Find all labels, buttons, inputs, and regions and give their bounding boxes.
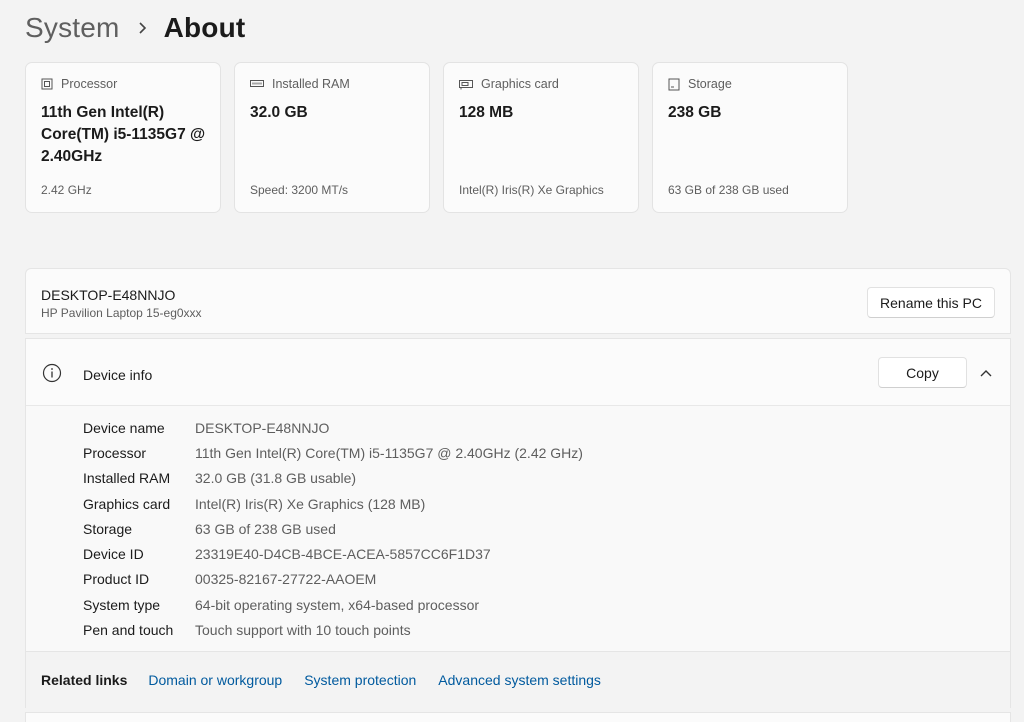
spec-label: Graphics card — [83, 495, 171, 512]
spec-row: Processor 11th Gen Intel(R) Core(TM) i5-… — [83, 440, 583, 465]
card-subtext: 63 GB of 238 GB used — [668, 183, 789, 197]
card-subtext: 2.42 GHz — [41, 183, 92, 197]
breadcrumb-system-link[interactable]: System — [25, 12, 120, 44]
breadcrumb: System About — [25, 8, 245, 48]
computer-name-panel: DESKTOP-E48NNJO HP Pavilion Laptop 15-eg… — [25, 268, 1011, 334]
spec-row: Device name DESKTOP-E48NNJO — [83, 415, 583, 440]
spec-value: 63 GB of 238 GB used — [195, 520, 336, 537]
rename-pc-button[interactable]: Rename this PC — [867, 287, 995, 318]
card-value: 128 MB — [459, 104, 514, 121]
page-title: About — [163, 12, 246, 43]
card-title: Graphics card — [481, 77, 559, 91]
card-title: Installed RAM — [272, 77, 350, 91]
card-value: 32.0 GB — [250, 104, 308, 121]
spec-label: Product ID — [83, 571, 150, 588]
spec-value: 11th Gen Intel(R) Core(TM) i5-1135G7 @ 2… — [195, 444, 583, 461]
spec-label: Installed RAM — [83, 470, 171, 487]
graphics-card-card: Graphics card 128 MB Intel(R) Iris(R) Xe… — [443, 62, 639, 213]
spec-row: System type 64-bit operating system, x64… — [83, 592, 583, 617]
spec-value: 32.0 GB (31.8 GB usable) — [195, 470, 357, 487]
spec-value: 23319E40-D4CB-4BCE-ACEA-5857CC6F1D37 — [195, 546, 491, 563]
spec-row: Storage 63 GB of 238 GB used — [83, 516, 583, 541]
spec-label: Device ID — [83, 546, 144, 563]
chevron-right-icon — [120, 21, 164, 35]
device-info-panel: Device info Copy Device name DESKTOP-E48… — [25, 338, 1011, 708]
card-value: 11th Gen Intel(R) Core(TM) i5-1135G7 @ 2… — [41, 104, 206, 165]
spec-label: Storage — [83, 520, 133, 537]
device-info-header[interactable]: Device info Copy — [26, 339, 1010, 406]
device-info-title: Device info — [83, 367, 153, 383]
pc-model: HP Pavilion Laptop 15-eg0xxx — [41, 306, 202, 320]
graphics-card-icon — [459, 79, 473, 90]
copy-button[interactable]: Copy — [878, 357, 967, 388]
system-protection-link[interactable]: System protection — [304, 672, 416, 688]
card-title: Storage — [688, 77, 732, 91]
spec-row: Installed RAM 32.0 GB (31.8 GB usable) — [83, 466, 583, 491]
next-panel-edge — [25, 712, 1011, 722]
storage-icon — [668, 78, 680, 91]
spec-label: Pen and touch — [83, 622, 174, 639]
pc-name: DESKTOP-E48NNJO — [41, 287, 176, 303]
spec-value: 64-bit operating system, x64-based proce… — [195, 596, 480, 613]
chevron-up-icon[interactable] — [979, 366, 993, 384]
spec-value: 00325-82167-27722-AAOEM — [195, 571, 377, 588]
info-icon — [42, 363, 62, 388]
related-links-label: Related links — [41, 672, 128, 688]
processor-icon — [41, 78, 53, 90]
spec-label: System type — [83, 596, 161, 613]
spec-row: Device ID 23319E40-D4CB-4BCE-ACEA-5857CC… — [83, 541, 583, 566]
spec-row: Product ID 00325-82167-27722-AAOEM — [83, 567, 583, 592]
storage-card: Storage 238 GB 63 GB of 238 GB used — [652, 62, 848, 213]
card-subtext: Speed: 3200 MT/s — [250, 183, 349, 197]
spec-label: Device name — [83, 419, 165, 436]
spec-label: Processor — [83, 444, 147, 461]
device-spec-list: Device name DESKTOP-E48NNJO Processor 11… — [83, 415, 583, 643]
advanced-system-settings-link[interactable]: Advanced system settings — [438, 672, 601, 688]
spec-value: Intel(R) Iris(R) Xe Graphics (128 MB) — [195, 495, 426, 512]
spec-row: Graphics card Intel(R) Iris(R) Xe Graphi… — [83, 491, 583, 516]
ram-card: Installed RAM 32.0 GB Speed: 3200 MT/s — [234, 62, 430, 213]
processor-card: Processor 11th Gen Intel(R) Core(TM) i5-… — [25, 62, 221, 213]
domain-or-workgroup-link[interactable]: Domain or workgroup — [148, 672, 282, 688]
card-value: 238 GB — [668, 104, 722, 121]
spec-row: Pen and touch Touch support with 10 touc… — [83, 617, 583, 642]
spec-value: DESKTOP-E48NNJO — [195, 419, 330, 436]
related-links-bar: Related links Domain or workgroup System… — [26, 651, 1010, 708]
ram-icon — [250, 79, 264, 89]
spec-summary-cards: Processor 11th Gen Intel(R) Core(TM) i5-… — [25, 62, 848, 213]
settings-about-page: System About Processor 11th Gen Intel(R)… — [0, 0, 1024, 722]
card-subtext: Intel(R) Iris(R) Xe Graphics — [459, 183, 604, 197]
card-title: Processor — [61, 77, 118, 91]
spec-value: Touch support with 10 touch points — [195, 622, 411, 639]
